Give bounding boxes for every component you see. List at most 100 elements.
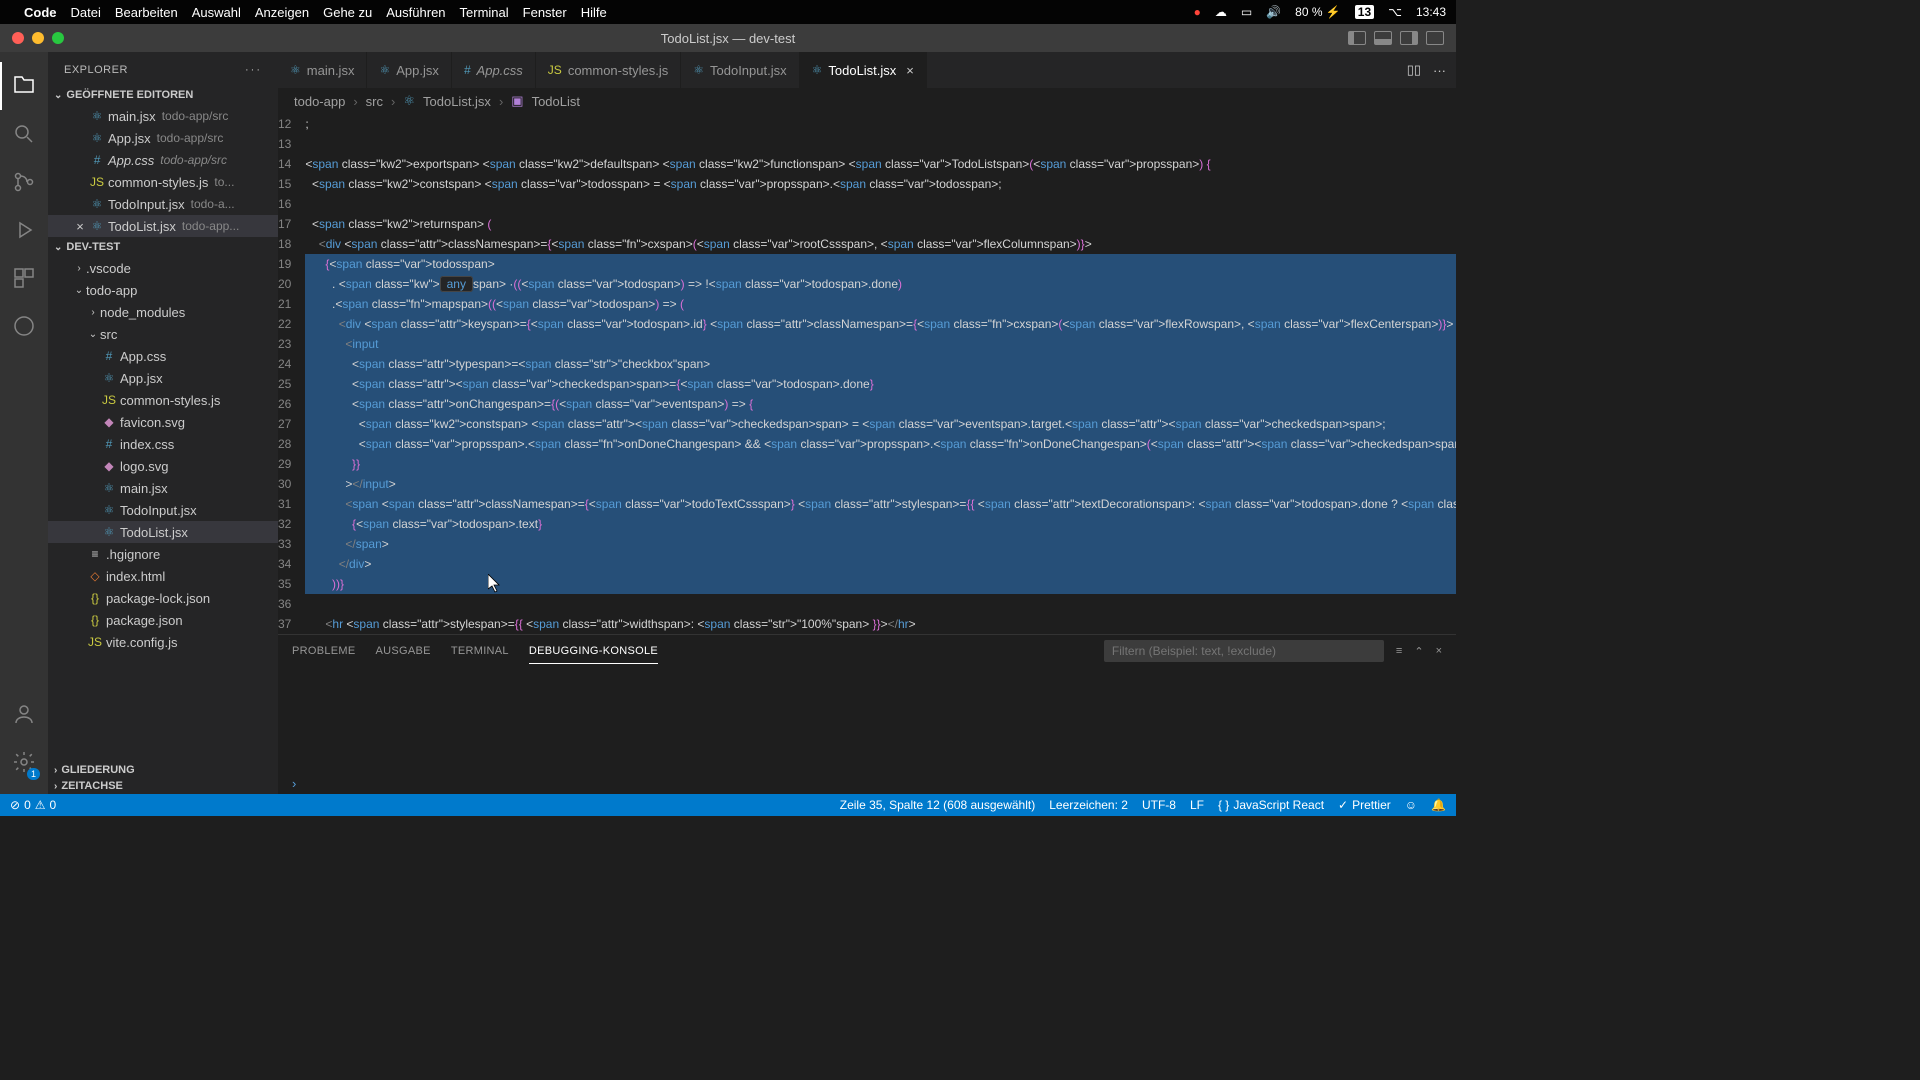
code-content[interactable]: ; <span class="kw2">exportspan> <span cl…	[305, 114, 1456, 634]
menu-goto[interactable]: Gehe zu	[323, 5, 372, 20]
split-editor-icon[interactable]: ▯▯	[1407, 62, 1421, 78]
menu-window[interactable]: Fenster	[523, 5, 567, 20]
tab-todoinput[interactable]: ⚛TodoInput.jsx	[681, 52, 799, 88]
close-icon[interactable]: ×	[72, 219, 88, 234]
menu-run[interactable]: Ausführen	[386, 5, 445, 20]
tray-control-icon[interactable]: ⌥	[1388, 5, 1402, 19]
open-editor-item[interactable]: ×⚛TodoList.jsxtodo-app...	[48, 215, 278, 237]
system-tray: ● ☁ ▭ 🔊 80 % ⚡ 13 ⌥ 13:43	[1194, 5, 1446, 19]
outline-header[interactable]: › GLIEDERUNG	[48, 762, 278, 778]
folder-node-modules[interactable]: ›node_modules	[48, 301, 278, 323]
code-editor[interactable]: 1213141516171819202122232425262728293031…	[278, 114, 1456, 634]
status-encoding[interactable]: UTF-8	[1142, 798, 1176, 812]
tab-todolist[interactable]: ⚛TodoList.jsx×	[800, 52, 927, 88]
timeline-header[interactable]: › ZEITACHSE	[48, 778, 278, 794]
folder-src[interactable]: ⌄src	[48, 323, 278, 345]
toggle-panel-icon[interactable]	[1374, 31, 1392, 45]
file-item[interactable]: ⚛TodoInput.jsx	[48, 499, 278, 521]
activity-remote[interactable]	[0, 302, 48, 350]
open-editor-item[interactable]: ⚛TodoInput.jsxtodo-a...	[48, 193, 278, 215]
status-language[interactable]: { } JavaScript React	[1218, 798, 1324, 812]
tray-time[interactable]: 13:43	[1416, 5, 1446, 19]
status-spaces[interactable]: Leerzeichen: 2	[1049, 798, 1128, 812]
activity-search[interactable]	[0, 110, 48, 158]
activity-settings[interactable]: 1	[0, 738, 48, 786]
toggle-sidebar-icon[interactable]	[1348, 31, 1366, 45]
tab-common-styles[interactable]: JScommon-styles.js	[536, 52, 681, 88]
tab-app-css[interactable]: #App.css	[452, 52, 536, 88]
status-cursor[interactable]: Zeile 35, Spalte 12 (608 ausgewählt)	[840, 798, 1035, 812]
toggle-secondary-icon[interactable]	[1400, 31, 1418, 45]
tray-display-icon[interactable]: ▭	[1241, 5, 1252, 19]
file-item[interactable]: #index.css	[48, 433, 278, 455]
open-editor-item[interactable]: #App.csstodo-app/src	[48, 149, 278, 171]
app-name[interactable]: Code	[24, 5, 57, 20]
file-item[interactable]: ⚛App.jsx	[48, 367, 278, 389]
open-editors-header[interactable]: ⌄ GEÖFFNETE EDITOREN	[48, 87, 278, 103]
explorer-header: EXPLORER ···	[48, 52, 278, 87]
open-editor-item[interactable]: JScommon-styles.jsto...	[48, 171, 278, 193]
menu-edit[interactable]: Bearbeiten	[115, 5, 178, 20]
file-tree: ›.vscode ⌄todo-app ›node_modules ⌄src #A…	[48, 255, 278, 762]
folder-todo-app[interactable]: ⌄todo-app	[48, 279, 278, 301]
open-editor-item[interactable]: ⚛main.jsxtodo-app/src	[48, 105, 278, 127]
workspace-header[interactable]: ⌄ DEV-TEST	[48, 239, 278, 255]
close-window-button[interactable]	[12, 32, 24, 44]
status-prettier[interactable]: ✓ Prettier	[1338, 798, 1391, 812]
menu-selection[interactable]: Auswahl	[192, 5, 241, 20]
file-item[interactable]: {}package-lock.json	[48, 587, 278, 609]
panel-close-icon[interactable]: ×	[1436, 645, 1442, 657]
panel-tab-debug[interactable]: DEBUGGING-KONSOLE	[529, 639, 658, 664]
panel-tab-terminal[interactable]: TERMINAL	[451, 639, 509, 663]
panel-maximize-icon[interactable]: ⌃	[1414, 645, 1423, 658]
file-item[interactable]: ≡.hgignore	[48, 543, 278, 565]
file-item[interactable]: ◆favicon.svg	[48, 411, 278, 433]
file-item[interactable]: #App.css	[48, 345, 278, 367]
explorer-more-icon[interactable]: ···	[245, 64, 262, 76]
file-item[interactable]: JSvite.config.js	[48, 631, 278, 653]
menu-file[interactable]: Datei	[71, 5, 101, 20]
file-item[interactable]: ◆logo.svg	[48, 455, 278, 477]
status-feedback-icon[interactable]: ☺	[1405, 798, 1417, 812]
tray-rec-icon[interactable]: ●	[1194, 5, 1201, 19]
panel-tab-problems[interactable]: PROBLEME	[292, 639, 356, 663]
traffic-lights	[12, 32, 64, 44]
minimize-window-button[interactable]	[32, 32, 44, 44]
menu-help[interactable]: Hilfe	[581, 5, 607, 20]
file-item[interactable]: ◇index.html	[48, 565, 278, 587]
status-bell-icon[interactable]: 🔔	[1431, 798, 1446, 812]
maximize-window-button[interactable]	[52, 32, 64, 44]
tab-main[interactable]: ⚛main.jsx	[278, 52, 367, 88]
status-eol[interactable]: LF	[1190, 798, 1204, 812]
status-errors[interactable]: ⊘ 0 ⚠ 0	[10, 798, 56, 812]
activity-extensions[interactable]	[0, 254, 48, 302]
close-tab-icon[interactable]: ×	[906, 63, 914, 78]
activity-scm[interactable]	[0, 158, 48, 206]
activity-debug[interactable]	[0, 206, 48, 254]
breadcrumb[interactable]: todo-app› src› ⚛TodoList.jsx› ▣TodoList	[278, 88, 1456, 114]
tray-cloud-icon[interactable]: ☁	[1215, 5, 1227, 19]
window-title-text: TodoList.jsx — dev-test	[661, 31, 795, 46]
file-item[interactable]: ⚛main.jsx	[48, 477, 278, 499]
menu-terminal[interactable]: Terminal	[460, 5, 509, 20]
debug-console-body[interactable]	[278, 667, 1456, 772]
file-item[interactable]: JScommon-styles.js	[48, 389, 278, 411]
activity-explorer[interactable]	[0, 62, 48, 110]
panel-filter-input[interactable]	[1104, 640, 1384, 662]
tray-date[interactable]: 13	[1355, 5, 1374, 19]
open-editor-item[interactable]: ⚛App.jsxtodo-app/src	[48, 127, 278, 149]
file-item[interactable]: ⚛TodoList.jsx	[48, 521, 278, 543]
more-actions-icon[interactable]: ···	[1433, 63, 1446, 78]
folder-vscode[interactable]: ›.vscode	[48, 257, 278, 279]
line-gutter: 1213141516171819202122232425262728293031…	[278, 114, 305, 634]
layout-customize-icon[interactable]	[1426, 31, 1444, 45]
file-item[interactable]: {}package.json	[48, 609, 278, 631]
debug-prompt[interactable]: ›	[278, 772, 1456, 794]
tray-volume-icon[interactable]: 🔊	[1266, 5, 1281, 19]
panel-tab-output[interactable]: AUSGABE	[376, 639, 431, 663]
panel-filter-icon[interactable]: ≡	[1396, 645, 1402, 657]
activity-account[interactable]	[0, 690, 48, 738]
menu-view[interactable]: Anzeigen	[255, 5, 309, 20]
tray-battery[interactable]: 80 % ⚡	[1295, 5, 1341, 19]
tab-app-jsx[interactable]: ⚛App.jsx	[367, 52, 451, 88]
